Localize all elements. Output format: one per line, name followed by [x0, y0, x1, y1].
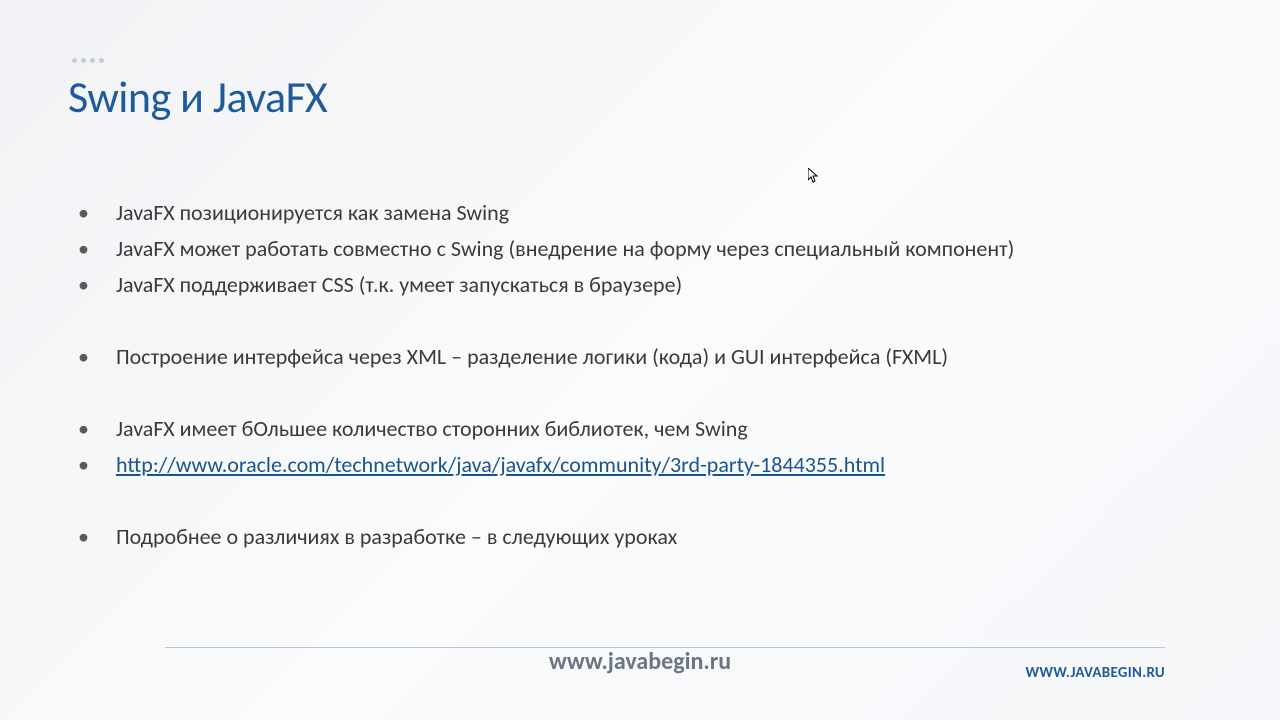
bullet-item: JavaFX имеет бОльшее количество сторонни…	[68, 411, 1220, 447]
bullet-link: http://www.oracle.com/technetwork/java/j…	[68, 447, 1220, 483]
bullet-item: JavaFX позиционируется как замена Swing	[68, 195, 1220, 231]
oracle-link[interactable]: http://www.oracle.com/technetwork/java/j…	[116, 451, 885, 478]
bullet-item: JavaFX может работать совместно с Swing …	[68, 231, 1220, 267]
mouse-cursor-icon	[808, 168, 820, 184]
footer-url-right: WWW.JAVABEGIN.RU	[1025, 664, 1165, 682]
slide-content: JavaFX позиционируется как замена Swing …	[68, 195, 1220, 555]
bullet-item: Подробнее о различиях в разработке – в с…	[68, 519, 1220, 555]
bullet-item: JavaFX поддерживает CSS (т.к. умеет запу…	[68, 267, 1220, 303]
decorative-dots	[72, 58, 104, 63]
footer-url-center: www.javabegin.ru	[549, 647, 731, 676]
bullet-item: Построение интерфейса через XML – раздел…	[68, 339, 1220, 375]
slide-title: Swing и JavaFX	[68, 70, 327, 124]
